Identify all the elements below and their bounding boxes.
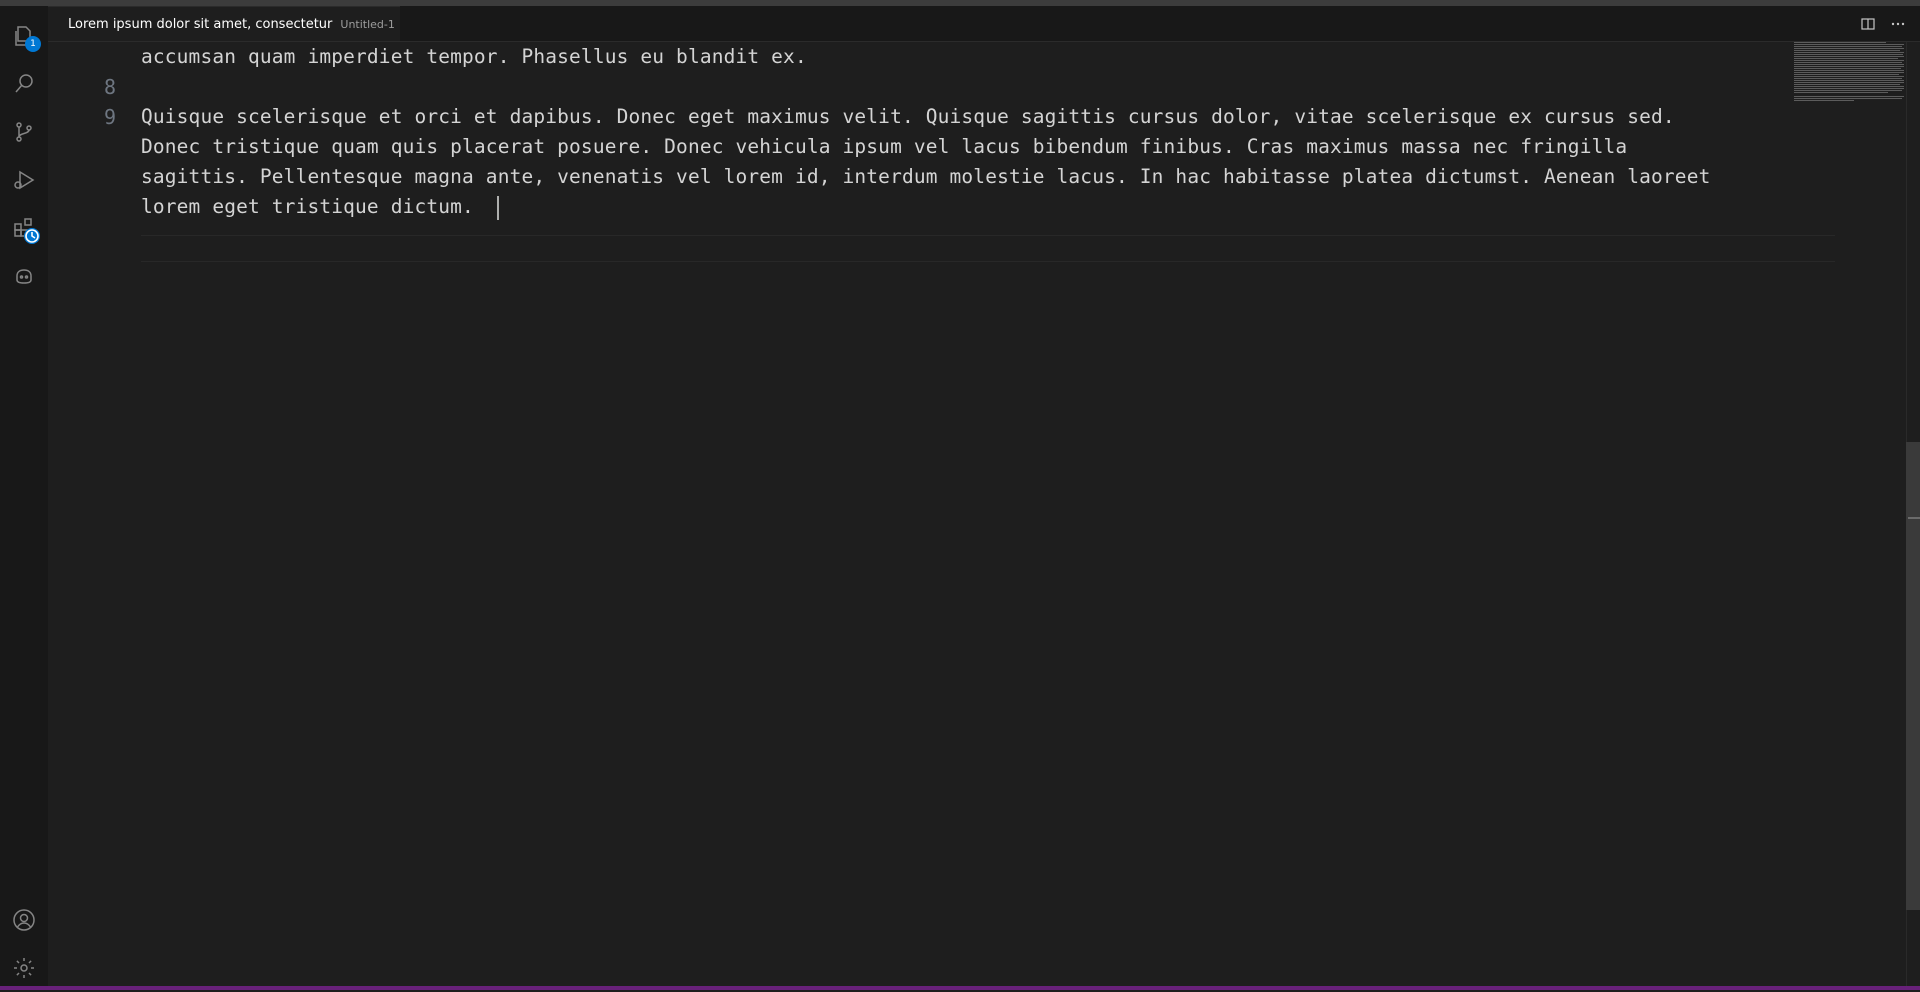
line-text[interactable]: lorem eget tristique dictum. [141, 192, 486, 222]
explorer-badge: 1 [25, 36, 41, 52]
extensions-button[interactable] [0, 204, 48, 252]
text-cursor [497, 196, 499, 220]
run-debug-button[interactable] [0, 156, 48, 204]
editor-actions [1860, 6, 1906, 41]
line-text[interactable]: Donec tristique quam quis placerat posue… [141, 132, 1627, 162]
source-control-button[interactable] [0, 108, 48, 156]
split-editor-icon[interactable] [1860, 16, 1876, 32]
editor-tab-bar: Lorem ipsum dolor sit amet, consectetur … [48, 6, 1920, 42]
account-icon [13, 909, 35, 931]
explorer-button[interactable]: 1 [0, 12, 48, 60]
activity-bar: 1 [0, 6, 48, 986]
line-number: 8 [103, 75, 116, 99]
line-text[interactable]: Quisque scelerisque et orci et dapibus. … [141, 102, 1675, 132]
copilot-icon [16, 269, 32, 284]
search-icon [15, 74, 33, 93]
settings-gear-icon [14, 958, 34, 978]
tab-description: Untitled-1 [340, 17, 395, 31]
source-control-icon [16, 122, 32, 142]
more-actions-icon[interactable] [1890, 16, 1906, 32]
current-line-highlight [141, 235, 1835, 262]
line-text[interactable]: sagittis. Pellentesque magna ante, venen… [141, 162, 1710, 192]
run-debug-icon [14, 170, 35, 190]
scrollbar-thumb[interactable] [1906, 442, 1920, 910]
search-button[interactable] [0, 60, 48, 108]
cursor-position-marker [1908, 517, 1920, 519]
tab-title: Lorem ipsum dolor sit amet, consectetur [68, 16, 333, 32]
line-number: 9 [103, 105, 116, 129]
copilot-button[interactable] [0, 252, 48, 300]
accounts-button[interactable] [0, 896, 48, 944]
text-editor[interactable]: accumsan quam imperdiet tempor. Phasellu… [48, 42, 1906, 986]
status-bar [0, 986, 1920, 990]
manage-button[interactable] [0, 944, 48, 992]
line-text[interactable]: accumsan quam imperdiet tempor. Phasellu… [141, 42, 807, 72]
tab-untitled-1[interactable]: Lorem ipsum dolor sit amet, consectetur … [48, 6, 400, 41]
minimap[interactable] [1794, 42, 1906, 108]
history-clock-icon [24, 228, 40, 244]
